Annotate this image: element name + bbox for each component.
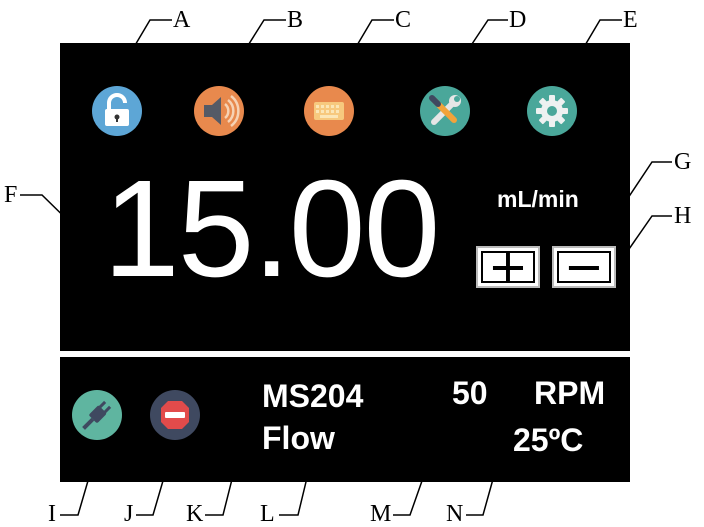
- callout-b: B: [287, 7, 304, 33]
- callout-c: C: [395, 7, 412, 33]
- stop-icon[interactable]: [150, 390, 200, 440]
- callout-i: I: [48, 501, 56, 527]
- speaker-icon[interactable]: [194, 86, 244, 136]
- callout-m: M: [370, 501, 392, 527]
- plug-icon[interactable]: [72, 390, 122, 440]
- decrease-button-frame: [557, 251, 611, 283]
- callout-f: F: [4, 182, 18, 208]
- unlock-icon[interactable]: [92, 86, 142, 136]
- callout-k: K: [186, 501, 204, 527]
- temperature-readout: 25ºC: [513, 422, 584, 458]
- callout-e: E: [623, 7, 638, 33]
- flow-rate-unit: mL/min: [497, 186, 579, 212]
- increase-button-frame: [481, 251, 535, 283]
- pump-model: MS204: [262, 378, 364, 414]
- decrease-button[interactable]: −: [552, 243, 616, 291]
- callout-g: G: [674, 149, 692, 175]
- keyboard-icon[interactable]: [304, 86, 354, 136]
- callout-l: L: [260, 501, 275, 527]
- callout-d: D: [509, 7, 527, 33]
- callout-a: A: [173, 7, 191, 33]
- callout-n: N: [446, 501, 464, 527]
- tools-icon[interactable]: [420, 86, 470, 136]
- increase-button[interactable]: +: [476, 243, 540, 291]
- speed-value: 50: [452, 375, 488, 411]
- gear-icon[interactable]: [527, 86, 577, 136]
- pump-mode: Flow: [262, 420, 335, 456]
- callout-j: J: [124, 501, 134, 527]
- callout-h: H: [674, 203, 692, 229]
- speed-unit: RPM: [534, 375, 606, 411]
- flow-rate-value: 15.00: [103, 152, 440, 306]
